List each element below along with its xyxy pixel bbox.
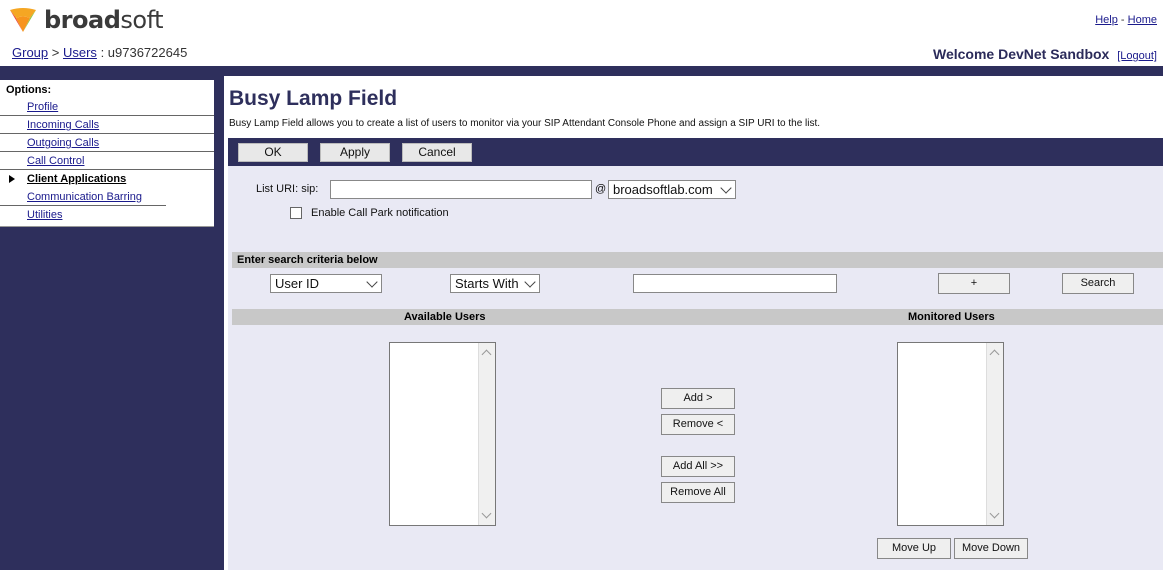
- monitored-users-scrollbar[interactable]: [986, 343, 1003, 525]
- scroll-down-icon[interactable]: [481, 508, 492, 519]
- options-menu: Options: Profile Incoming Calls Outgoing…: [0, 80, 214, 227]
- current-item-arrow-icon: [9, 175, 15, 183]
- breadcrumb-separator: >: [51, 45, 60, 60]
- domain-select[interactable]: broadsoftlab.com: [608, 180, 736, 199]
- sidebar-item-label[interactable]: Utilities: [27, 209, 62, 221]
- chevron-down-icon: [524, 276, 536, 288]
- sidebar-item-utilities[interactable]: Utilities: [0, 206, 214, 224]
- scroll-down-icon[interactable]: [989, 508, 1000, 519]
- search-mode-select[interactable]: Starts With: [450, 274, 540, 293]
- sidebar-item-call-control[interactable]: Call Control: [0, 152, 214, 170]
- scroll-up-icon[interactable]: [481, 349, 492, 360]
- sidebar-item-label[interactable]: Call Control: [27, 155, 84, 167]
- welcome-text: Welcome DevNet Sandbox: [932, 46, 1110, 62]
- broadsoft-logo: broadsoft: [8, 2, 164, 38]
- options-title: Options:: [6, 84, 52, 96]
- search-field-select[interactable]: User ID: [270, 274, 382, 293]
- sidebar-item-label[interactable]: Incoming Calls: [27, 119, 99, 131]
- available-users-header: Available Users: [404, 311, 486, 323]
- cancel-button[interactable]: Cancel: [402, 143, 472, 162]
- blf-form-panel: List URI: sip: @ broadsoftlab.com Enable…: [228, 166, 1163, 570]
- monitored-users-header: Monitored Users: [908, 311, 995, 323]
- move-up-button[interactable]: Move Up: [877, 538, 951, 559]
- sidebar-item-label[interactable]: Outgoing Calls: [27, 137, 99, 149]
- chevron-down-icon: [720, 182, 732, 194]
- help-link[interactable]: Help: [1095, 14, 1118, 26]
- logo-wordmark: broadsoft: [44, 6, 164, 34]
- sidebar-item-label[interactable]: Client Applications: [27, 173, 126, 185]
- page-description: Busy Lamp Field allows you to create a l…: [229, 118, 821, 129]
- scroll-up-icon[interactable]: [989, 349, 1000, 360]
- move-down-button[interactable]: Move Down: [954, 538, 1028, 559]
- search-mode-value: Starts With: [455, 276, 519, 291]
- breadcrumb-group-link[interactable]: Group: [12, 45, 48, 60]
- search-criteria-header: Enter search criteria below: [232, 252, 1163, 268]
- sidebar-item-client-applications[interactable]: Client Applications: [0, 170, 214, 188]
- remove-all-button[interactable]: Remove All: [661, 482, 735, 503]
- action-toolbar: OK Apply Cancel: [228, 138, 1163, 166]
- logout-link[interactable]: [Logout]: [1117, 50, 1157, 62]
- add-criteria-button[interactable]: +: [938, 273, 1010, 294]
- page-title: Busy Lamp Field: [229, 87, 398, 110]
- broadsoft-logo-icon: [10, 8, 36, 32]
- top-links: Help - Home: [1095, 14, 1157, 26]
- breadcrumb-user-id: : u9736722645: [100, 45, 188, 60]
- welcome-area: Welcome DevNet Sandbox [Logout]: [933, 46, 1157, 62]
- users-header-bar: Available Users Monitored Users: [232, 309, 1163, 325]
- main-content: Busy Lamp Field Busy Lamp Field allows y…: [224, 76, 1163, 570]
- available-users-list[interactable]: [389, 342, 496, 526]
- sidebar-item-outgoing-calls[interactable]: Outgoing Calls: [0, 134, 214, 152]
- search-field-value: User ID: [275, 276, 320, 291]
- link-separator: -: [1120, 14, 1125, 26]
- sidebar-item-incoming-calls[interactable]: Incoming Calls: [0, 116, 214, 134]
- breadcrumb-users-link[interactable]: Users: [63, 45, 97, 60]
- sidebar-item-profile[interactable]: Profile: [0, 98, 214, 116]
- add-all-button[interactable]: Add All >>: [661, 456, 735, 477]
- search-button[interactable]: Search: [1062, 273, 1134, 294]
- at-sign: @: [595, 183, 607, 195]
- list-uri-input[interactable]: [330, 180, 592, 199]
- chevron-down-icon: [366, 276, 378, 288]
- ok-button[interactable]: OK: [238, 143, 308, 162]
- sidebar-item-label[interactable]: Profile: [27, 101, 58, 113]
- top-divider-bar: [0, 66, 1163, 76]
- breadcrumb: Group > Users : u9736722645: [12, 45, 187, 60]
- add-button[interactable]: Add >: [661, 388, 735, 409]
- available-users-scrollbar[interactable]: [478, 343, 495, 525]
- search-input[interactable]: [633, 274, 837, 293]
- remove-button[interactable]: Remove <: [661, 414, 735, 435]
- call-park-checkbox[interactable]: [290, 207, 302, 219]
- list-uri-label: List URI: sip:: [256, 183, 319, 195]
- call-park-label: Enable Call Park notification: [311, 207, 449, 219]
- apply-button[interactable]: Apply: [320, 143, 390, 162]
- sidebar-item-label[interactable]: Communication Barring: [27, 191, 142, 203]
- monitored-users-list[interactable]: [897, 342, 1004, 526]
- sidebar: Options: Profile Incoming Calls Outgoing…: [0, 76, 224, 570]
- domain-select-value: broadsoftlab.com: [613, 182, 713, 197]
- sidebar-item-communication-barring[interactable]: Communication Barring: [0, 188, 166, 206]
- home-link[interactable]: Home: [1128, 14, 1157, 26]
